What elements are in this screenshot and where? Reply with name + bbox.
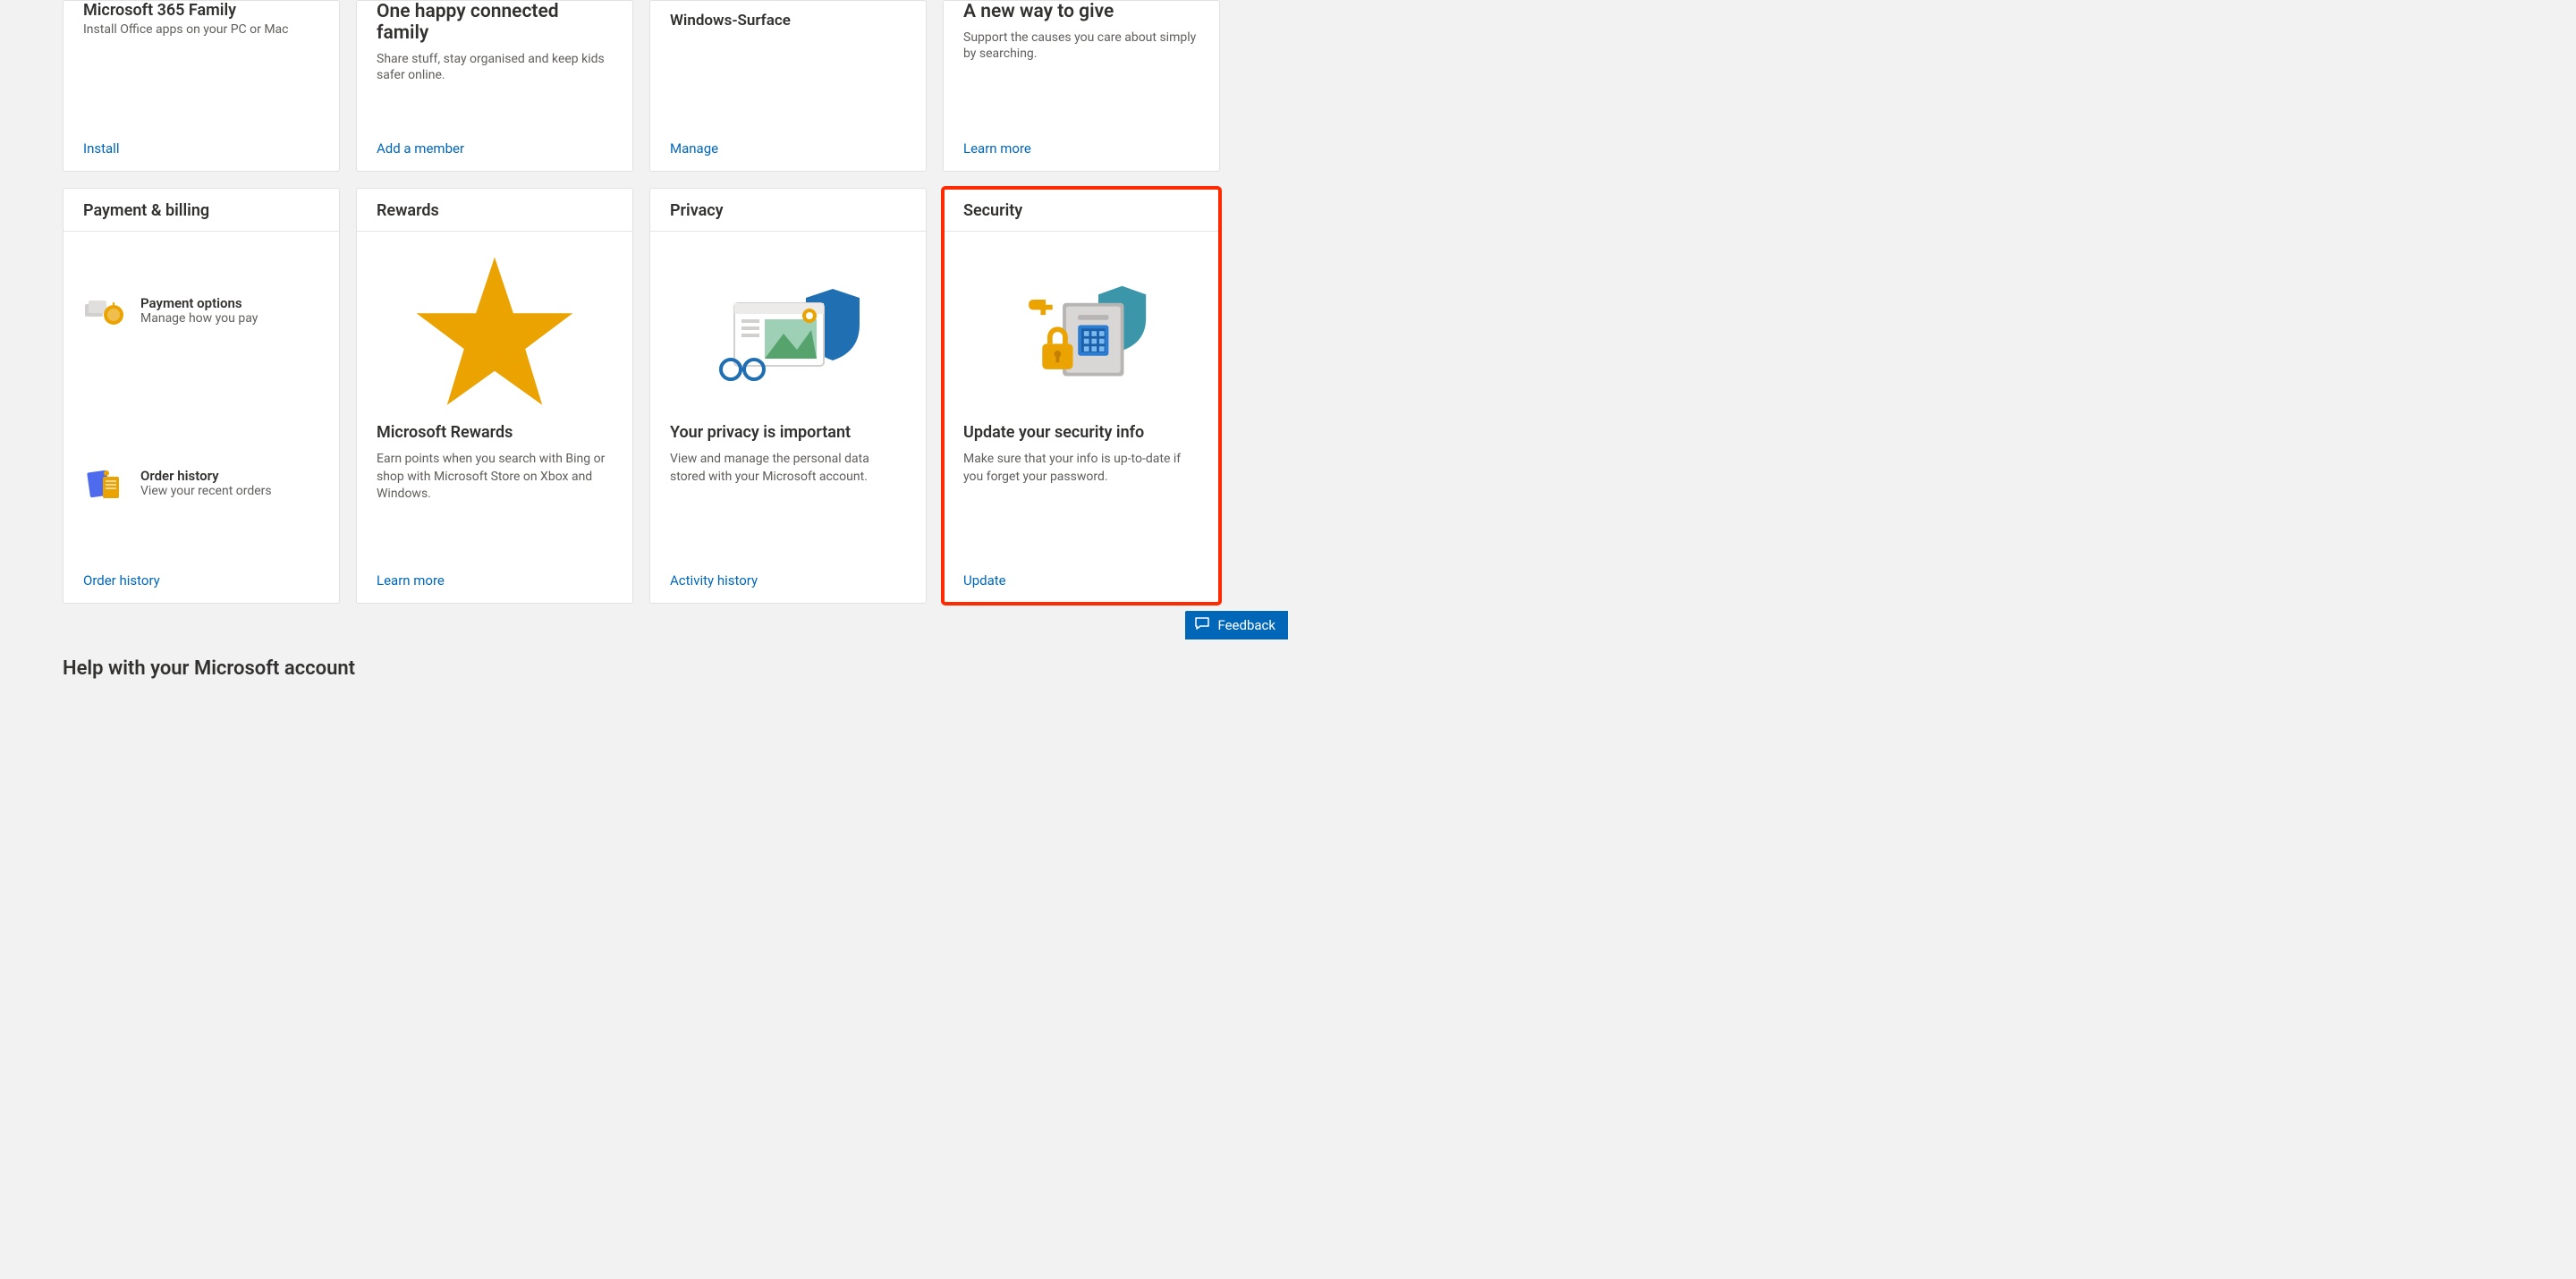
card-header: Payment & billing — [64, 189, 339, 232]
order-history-item[interactable]: Order history View your recent orders — [83, 468, 319, 504]
feedback-button[interactable]: Feedback — [1185, 611, 1288, 640]
card-subtitle: Support the causes you care about simply… — [963, 30, 1199, 62]
card-security: Security — [943, 188, 1220, 604]
card-privacy: Privacy — [649, 188, 927, 604]
card-title: Microsoft Rewards — [377, 423, 613, 442]
card-give: A new way to give Support the causes you… — [943, 0, 1220, 172]
payment-options-icon — [83, 295, 126, 331]
card-text: View and manage the personal data stored… — [670, 451, 906, 486]
add-member-link[interactable]: Add a member — [377, 140, 464, 157]
install-link[interactable]: Install — [83, 140, 119, 157]
card-subtitle: Install Office apps on your PC or Mac — [83, 21, 319, 38]
item-title: Payment options — [140, 295, 258, 311]
item-sub: Manage how you pay — [140, 311, 258, 326]
payment-options-item[interactable]: Payment options Manage how you pay — [83, 295, 319, 331]
card-header: Security — [944, 189, 1219, 232]
card-title: Update your security info — [963, 423, 1199, 442]
card-text: Earn points when you search with Bing or… — [377, 451, 613, 504]
card-title: Microsoft 365 Family — [83, 1, 319, 20]
privacy-illustration-icon — [670, 244, 906, 423]
card-title: One happy connected family — [377, 1, 613, 44]
card-header: Rewards — [357, 189, 632, 232]
security-illustration-icon — [963, 244, 1199, 423]
card-rewards: Rewards Microsoft Rewards Earn points wh… — [356, 188, 633, 604]
card-text: Make sure that your info is up-to-date i… — [963, 451, 1199, 486]
order-history-link[interactable]: Order history — [83, 572, 160, 589]
feedback-label: Feedback — [1217, 617, 1275, 633]
card-subtitle: Share stuff, stay organised and keep kid… — [377, 51, 613, 83]
card-title: Your privacy is important — [670, 423, 906, 442]
rewards-learn-more-link[interactable]: Learn more — [377, 572, 445, 589]
card-windows-surface: Windows-Surface Manage — [649, 0, 927, 172]
card-payment-billing: Payment & billing Payment options Manage… — [63, 188, 340, 604]
card-family: One happy connected family Share stuff, … — [356, 0, 633, 172]
order-history-icon — [83, 468, 126, 504]
learn-more-link[interactable]: Learn more — [963, 140, 1031, 157]
rewards-star-icon — [377, 244, 613, 423]
manage-link[interactable]: Manage — [670, 140, 718, 157]
activity-history-link[interactable]: Activity history — [670, 572, 758, 589]
item-title: Order history — [140, 468, 272, 484]
card-header: Privacy — [650, 189, 926, 232]
security-update-link[interactable]: Update — [963, 572, 1006, 589]
card-title: A new way to give — [963, 1, 1199, 22]
card-m365-family: Microsoft 365 Family Install Office apps… — [63, 0, 340, 172]
card-title: Windows-Surface — [670, 12, 906, 30]
help-heading: Help with your Microsoft account — [63, 657, 1225, 680]
feedback-icon — [1194, 616, 1210, 634]
item-sub: View your recent orders — [140, 484, 272, 498]
